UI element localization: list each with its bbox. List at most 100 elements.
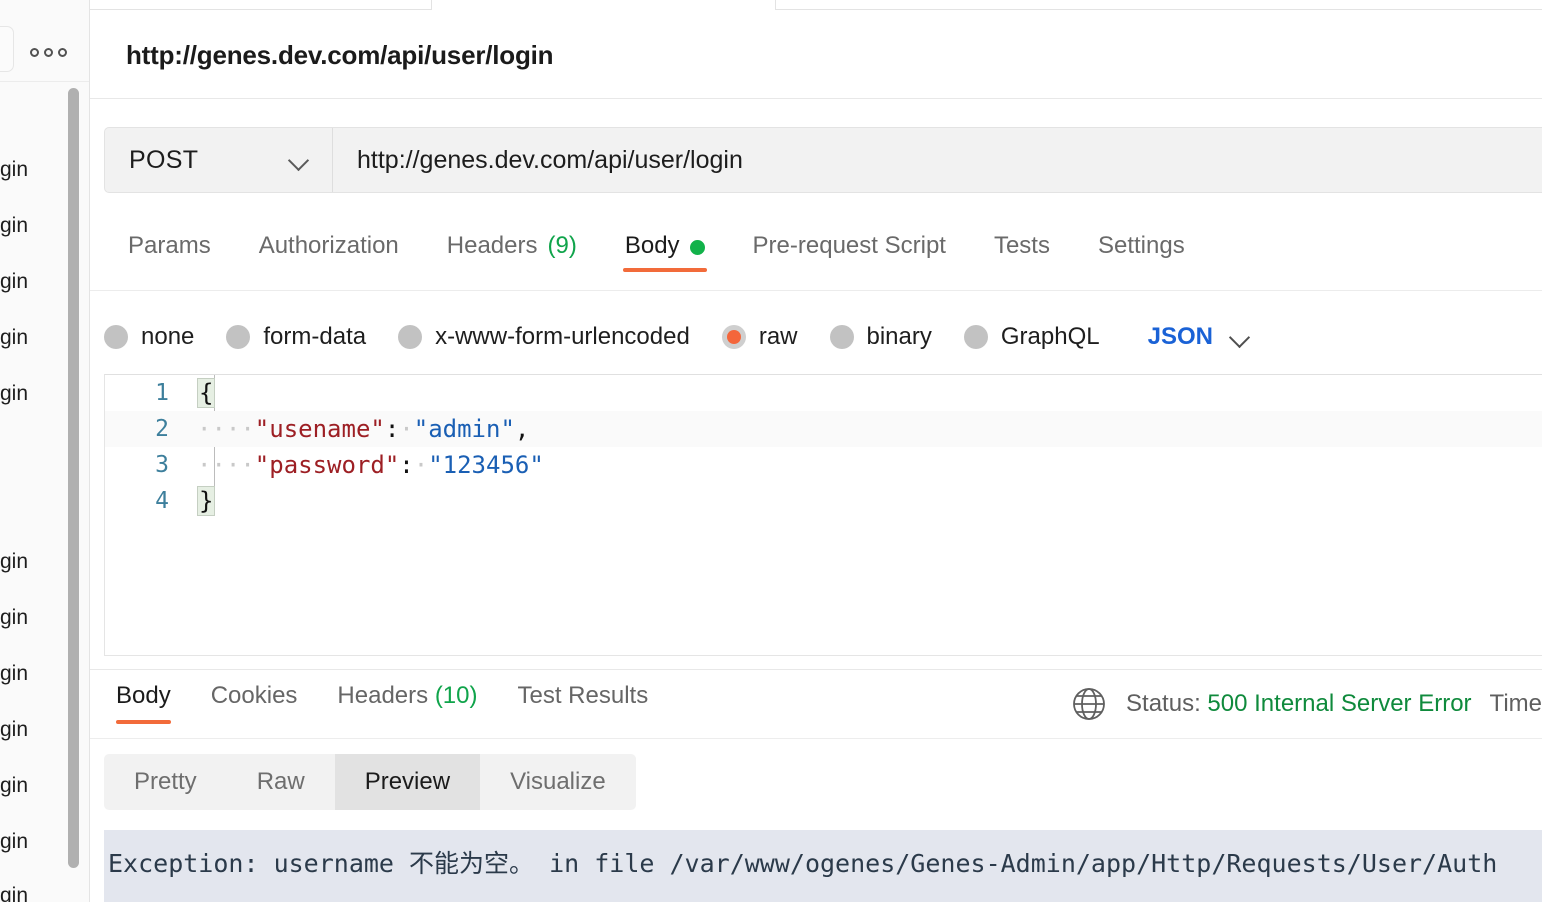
status-badge[interactable]: 500 Internal Server Error [1207, 690, 1471, 717]
exception-message: Exception: username 不能为空。 in file /var/w… [108, 849, 1498, 878]
time-label: Time [1489, 690, 1542, 717]
request-tab-label: Body [624, 232, 680, 259]
sidebar-request-item[interactable]: gin [0, 718, 70, 742]
request-tab-pre-request-script[interactable]: Pre-request Script [729, 224, 970, 288]
radio-unchecked-icon[interactable] [226, 325, 251, 349]
editor-line-content[interactable]: { [191, 378, 216, 408]
response-status-area: Status: 500 Internal Server Error Time [1070, 680, 1542, 728]
editor-line-content[interactable]: ····"password":·"123456" [191, 451, 544, 479]
body-type-x-www-form-urlencoded[interactable]: x-www-form-urlencoded [398, 323, 690, 351]
editor-line[interactable]: 1{ [105, 375, 1542, 411]
sidebar-request-item[interactable]: gin [0, 270, 70, 294]
raw-format-label: JSON [1147, 323, 1213, 350]
sidebar-request-item[interactable]: gin [0, 158, 70, 182]
editor-brace-token: { [197, 378, 216, 408]
editor-line-number: 1 [155, 380, 169, 406]
body-type-form-data[interactable]: form-data [226, 323, 366, 351]
response-tab-test-results[interactable]: Test Results [498, 676, 669, 738]
editor-indent-dots: ···· [197, 415, 255, 443]
http-method-select[interactable]: POST [105, 128, 333, 192]
response-divider-top [90, 669, 1542, 670]
main-panel: http://genes.dev.com/api/user/login POST… [90, 14, 1542, 902]
radio-unchecked-icon[interactable] [398, 325, 423, 349]
editor-space-dot: · [399, 415, 414, 443]
request-tabs-divider [90, 290, 1542, 291]
editor-line[interactable]: 3 ····"password":·"123456" [105, 447, 1542, 483]
radio-unchecked-icon[interactable] [104, 325, 128, 349]
radio-unchecked-icon[interactable] [829, 325, 854, 349]
response-tab-body[interactable]: Body [104, 676, 191, 738]
body-type-label: binary [866, 323, 932, 350]
editor-line-content[interactable]: } [191, 486, 216, 516]
sidebar-request-item[interactable]: gin [0, 662, 70, 686]
editor-line[interactable]: 4} [105, 483, 1542, 519]
status-label: Status: 500 Internal Server Error [1126, 690, 1472, 718]
postman-window: gin gin gin gin gin gin gin gin gin gin gin gin htt… [0, 0, 1542, 902]
sidebar-request-item[interactable]: gin [0, 214, 70, 238]
sidebar-request-item[interactable]: gin [0, 884, 70, 902]
url-input[interactable]: http://genes.dev.com/api/user/login [333, 128, 1542, 192]
editor-value-token: "123456" [428, 451, 544, 479]
response-view-modes: Pretty Raw Preview Visualize [104, 754, 636, 810]
request-tab-settings[interactable]: Settings [1074, 224, 1209, 288]
sidebar-collapsed-button[interactable] [0, 26, 14, 72]
page-title: http://genes.dev.com/api/user/login [126, 40, 554, 70]
chevron-down-icon [1229, 326, 1251, 348]
request-tab-label: Pre-request Script [752, 232, 946, 259]
response-divider-bottom [90, 738, 1542, 739]
body-type-binary[interactable]: binary [829, 323, 932, 351]
request-tab-authorization[interactable]: Authorization [235, 224, 423, 288]
tab-strip [90, 0, 1542, 14]
body-type-raw[interactable]: raw [721, 323, 798, 351]
url-bar: POST http://genes.dev.com/api/user/login [104, 127, 1542, 193]
view-mode-preview[interactable]: Preview [334, 754, 481, 810]
view-mode-raw[interactable]: Raw [227, 754, 335, 810]
view-mode-visualize[interactable]: Visualize [480, 754, 636, 810]
request-tab-body[interactable]: Body [601, 224, 729, 288]
editor-space-dot: · [413, 451, 429, 479]
body-type-label: form-data [263, 323, 367, 350]
editor-brace-token: } [197, 486, 216, 516]
raw-format-select[interactable]: JSON [1148, 323, 1251, 351]
body-modified-indicator-icon [689, 240, 705, 255]
body-type-label: none [141, 323, 195, 350]
response-tab-label: Cookies [210, 682, 298, 709]
more-horizontal-icon[interactable] [30, 48, 67, 57]
request-tab-label: Settings [1097, 232, 1185, 259]
radio-checked-icon[interactable] [721, 325, 746, 349]
request-tab-tests[interactable]: Tests [970, 224, 1074, 288]
editor-key-token: "usename" [254, 415, 385, 443]
request-tab-params[interactable]: Params [104, 224, 235, 288]
editor-line-content[interactable]: ····"usename":·"admin", [191, 415, 529, 443]
editor-line-number: 3 [155, 452, 169, 478]
tab-remnant-left[interactable] [90, 0, 432, 10]
response-tab-count: (10) [434, 682, 478, 709]
title-divider [90, 98, 1542, 99]
request-tab-headers[interactable]: Headers (9) [423, 224, 601, 288]
sidebar-request-item[interactable]: gin [0, 606, 70, 630]
tab-remnant-right[interactable] [775, 0, 1542, 10]
sidebar-request-item[interactable]: gin [0, 774, 70, 798]
sidebar-request-item[interactable]: gin [0, 550, 70, 574]
editor-line[interactable]: 2 ····"usename":·"admin", [105, 411, 1542, 447]
editor-line-number: 2 [155, 416, 169, 442]
sidebar-scrollbar-thumb[interactable] [68, 88, 79, 868]
body-type-none[interactable]: none [104, 323, 194, 351]
chevron-down-icon [288, 149, 310, 171]
sidebar-scrollbar[interactable] [68, 88, 79, 870]
response-tab-label: Headers [337, 682, 429, 709]
request-body-editor[interactable]: 1{2 ····"usename":·"admin", 3 ····"password… [104, 374, 1542, 656]
sidebar-request-item[interactable]: gin [0, 382, 70, 406]
response-tab-label: Body [116, 682, 171, 709]
editor-line-number: 4 [155, 488, 169, 514]
sidebar-request-item[interactable]: gin [0, 326, 70, 350]
sidebar-request-item[interactable]: gin [0, 830, 70, 854]
response-tab-cookies[interactable]: Cookies [191, 676, 318, 738]
radio-unchecked-icon[interactable] [963, 325, 988, 349]
view-mode-pretty[interactable]: Pretty [104, 754, 227, 810]
body-type-graphql[interactable]: GraphQL [963, 323, 1100, 351]
body-type-label: raw [758, 323, 798, 350]
response-tab-headers[interactable]: Headers (10) [317, 676, 497, 738]
request-tab-label: Authorization [258, 232, 399, 259]
body-type-label: x-www-form-urlencoded [435, 323, 690, 350]
